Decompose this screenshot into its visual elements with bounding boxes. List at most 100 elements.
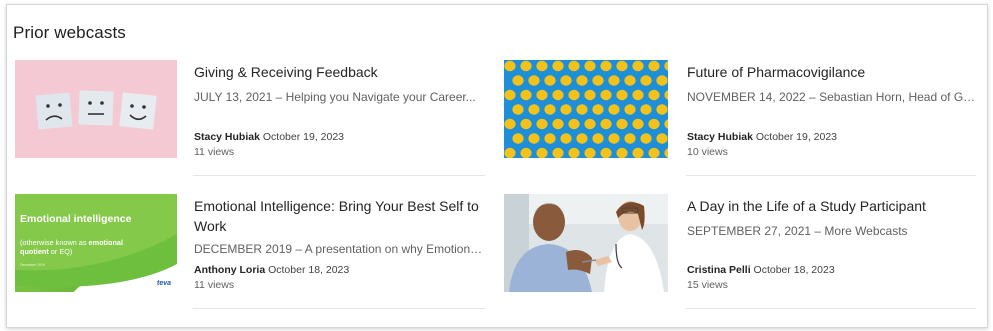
pill-shape	[616, 147, 628, 158]
webcast-title[interactable]: Giving & Receiving Feedback	[194, 62, 485, 82]
pill-shape	[648, 60, 660, 72]
pill-shape	[536, 147, 548, 158]
pill-shape	[640, 104, 652, 115]
pill-shape	[640, 133, 652, 144]
webcast-title[interactable]: A Day in the Life of a Study Participant	[687, 196, 976, 216]
pill-shape	[584, 147, 596, 158]
webcast-meta: Anthony Loria October 18, 2023	[194, 264, 349, 276]
pill-shape	[624, 75, 636, 86]
webcast-description: SEPTEMBER 27, 2021 – More Webcasts	[687, 224, 908, 238]
publish-date: October 19, 2023	[262, 131, 345, 143]
pill-shape	[512, 75, 524, 86]
pill-shape	[552, 60, 564, 72]
slide-heading: Emotional intelligence	[20, 213, 132, 225]
pill-shape	[616, 89, 628, 101]
pill-shape	[624, 104, 636, 115]
pill-shape	[592, 75, 604, 86]
pill-shape	[520, 89, 532, 101]
row-divider	[686, 175, 976, 176]
row-divider	[193, 175, 485, 176]
pill-shape	[552, 147, 564, 158]
row-divider	[686, 308, 976, 309]
publish-date: October 18, 2023	[268, 264, 350, 276]
view-count: 15 views	[687, 279, 728, 291]
pill-shape	[568, 60, 580, 72]
author-name[interactable]: Anthony Loria	[194, 264, 265, 276]
webcast-title[interactable]: Future of Pharmacovigilance	[687, 62, 976, 82]
pill-shape	[520, 60, 532, 72]
pill-shape	[568, 147, 580, 158]
view-count: 11 views	[194, 146, 235, 158]
prior-webcasts-panel: Prior webcasts Giving & Receiving Feedba…	[6, 4, 988, 328]
pill-shape	[560, 133, 572, 144]
pill-shape	[632, 89, 644, 101]
webcast-card[interactable]: A Day in the Life of a Study Participant…	[504, 194, 976, 310]
pill-shape	[504, 147, 516, 158]
pill-shape	[608, 133, 620, 144]
pill-shape	[648, 89, 660, 101]
neutral-face-note	[78, 90, 114, 126]
pill-shape	[632, 147, 644, 158]
view-count: 11 views	[194, 279, 235, 291]
pill-shape	[504, 118, 516, 130]
pill-shape	[560, 104, 572, 115]
doctor-injection-patient-photo[interactable]	[504, 194, 668, 292]
pill-shape	[648, 147, 660, 158]
pill-shape	[536, 60, 548, 72]
pill-shape	[512, 133, 524, 144]
pill-shape	[576, 104, 588, 115]
pill-shape	[608, 104, 620, 115]
pill-shape	[576, 75, 588, 86]
author-name[interactable]: Stacy Hubiak	[687, 131, 753, 143]
webcast-meta: Cristina Pelli October 18, 2023	[687, 264, 835, 276]
webcast-title[interactable]: Emotional Intelligence: Bring Your Best …	[194, 196, 480, 236]
sad-face-note	[35, 92, 73, 130]
emotional-intelligence-slide[interactable]: Emotional intelligence (otherwise known …	[15, 194, 177, 292]
teva-logo: teva	[156, 280, 171, 287]
webcast-description: NOVEMBER 14, 2022 – Sebastian Horn, Head…	[687, 90, 976, 104]
author-name[interactable]: Stacy Hubiak	[194, 131, 260, 143]
pill-shape	[648, 118, 660, 130]
pill-shape	[576, 133, 588, 144]
pill-shape	[600, 147, 612, 158]
pill-shape	[600, 89, 612, 101]
webcast-meta: Stacy Hubiak October 19, 2023	[194, 131, 344, 143]
pill-shape	[544, 133, 556, 144]
pill-shape	[640, 75, 652, 86]
pill-shape	[616, 60, 628, 72]
pill-shape	[528, 104, 540, 115]
pill-shape	[592, 104, 604, 115]
publish-date: October 19, 2023	[755, 131, 838, 143]
view-count: 10 views	[687, 146, 728, 158]
pill-shape	[584, 118, 596, 130]
pill-shape	[528, 133, 540, 144]
webcast-card[interactable]: Giving & Receiving Feedback JULY 13, 202…	[15, 60, 485, 176]
pill-shape	[600, 118, 612, 130]
pill-shape	[584, 89, 596, 101]
section-title: Prior webcasts	[13, 23, 126, 42]
pill-shape	[512, 104, 524, 115]
pill-shape	[536, 118, 548, 130]
pill-shape	[616, 118, 628, 130]
pill-shape	[656, 75, 668, 86]
pill-shape	[608, 75, 620, 86]
pill-shape	[632, 118, 644, 130]
pill-shape	[560, 75, 572, 86]
pill-shape	[544, 75, 556, 86]
pill-shape	[528, 75, 540, 86]
happy-face-note	[119, 92, 157, 130]
publish-date: October 18, 2023	[753, 264, 835, 276]
pill-shape	[536, 89, 548, 101]
pill-shape	[624, 133, 636, 144]
pill-shape	[520, 147, 532, 158]
sticky-notes-faces-image[interactable]	[15, 60, 177, 158]
row-divider	[193, 308, 485, 309]
pill-shape	[568, 89, 580, 101]
author-name[interactable]: Cristina Pelli	[687, 264, 751, 276]
pill-shape	[552, 89, 564, 101]
webcast-card[interactable]: Emotional intelligence (otherwise known …	[15, 194, 485, 310]
pill-shape	[632, 60, 644, 72]
yellow-pills-on-blue-image[interactable]	[504, 60, 668, 158]
pill-shape	[600, 60, 612, 72]
webcast-card[interactable]: Future of Pharmacovigilance NOVEMBER 14,…	[504, 60, 976, 176]
